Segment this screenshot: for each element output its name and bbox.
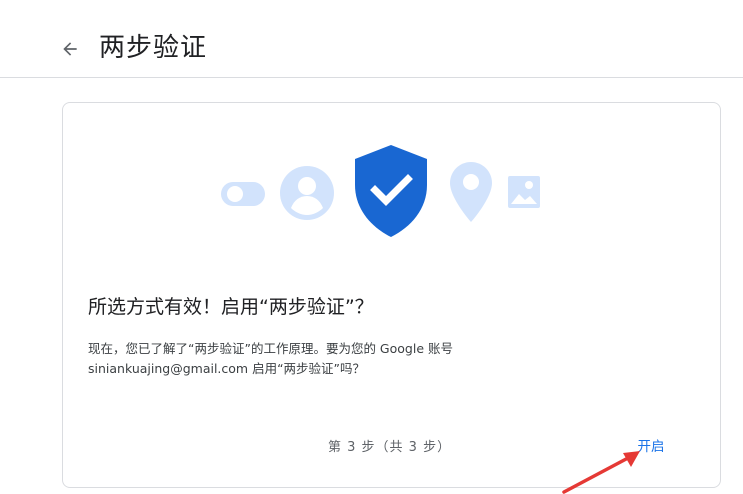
description-line-1: 现在，您已了解了“两步验证”的工作原理。要为您的 Google 账号 bbox=[88, 341, 453, 356]
back-button[interactable] bbox=[56, 35, 84, 63]
arrow-left-icon bbox=[63, 42, 77, 56]
toggle-icon bbox=[221, 180, 265, 212]
shield-check-icon bbox=[353, 143, 429, 243]
hero-illustration bbox=[213, 143, 553, 243]
step-indicator: 第 3 步（共 3 步） bbox=[328, 440, 452, 455]
image-icon bbox=[507, 175, 541, 213]
description-line-2: siniankuajing@gmail.com 启用“两步验证”吗？ bbox=[88, 361, 366, 376]
confirmation-card: 所选方式有效！启用“两步验证”？ 现在，您已了解了“两步验证”的工作原理。要为您… bbox=[62, 102, 721, 488]
location-pin-icon bbox=[449, 161, 493, 227]
page-header: 两步验证 bbox=[0, 0, 743, 78]
annotation-arrow bbox=[562, 451, 640, 494]
page-title: 两步验证 bbox=[99, 33, 208, 63]
person-icon bbox=[279, 165, 335, 225]
confirmation-description: 现在，您已了解了“两步验证”的工作原理。要为您的 Google 账号 sinia… bbox=[88, 339, 688, 379]
page: 两步验证 所选方式有效！启用“两步验证”？ 现在，您已了解了“两步验证”的工作原… bbox=[0, 0, 743, 494]
confirmation-heading: 所选方式有效！启用“两步验证”？ bbox=[88, 296, 374, 318]
